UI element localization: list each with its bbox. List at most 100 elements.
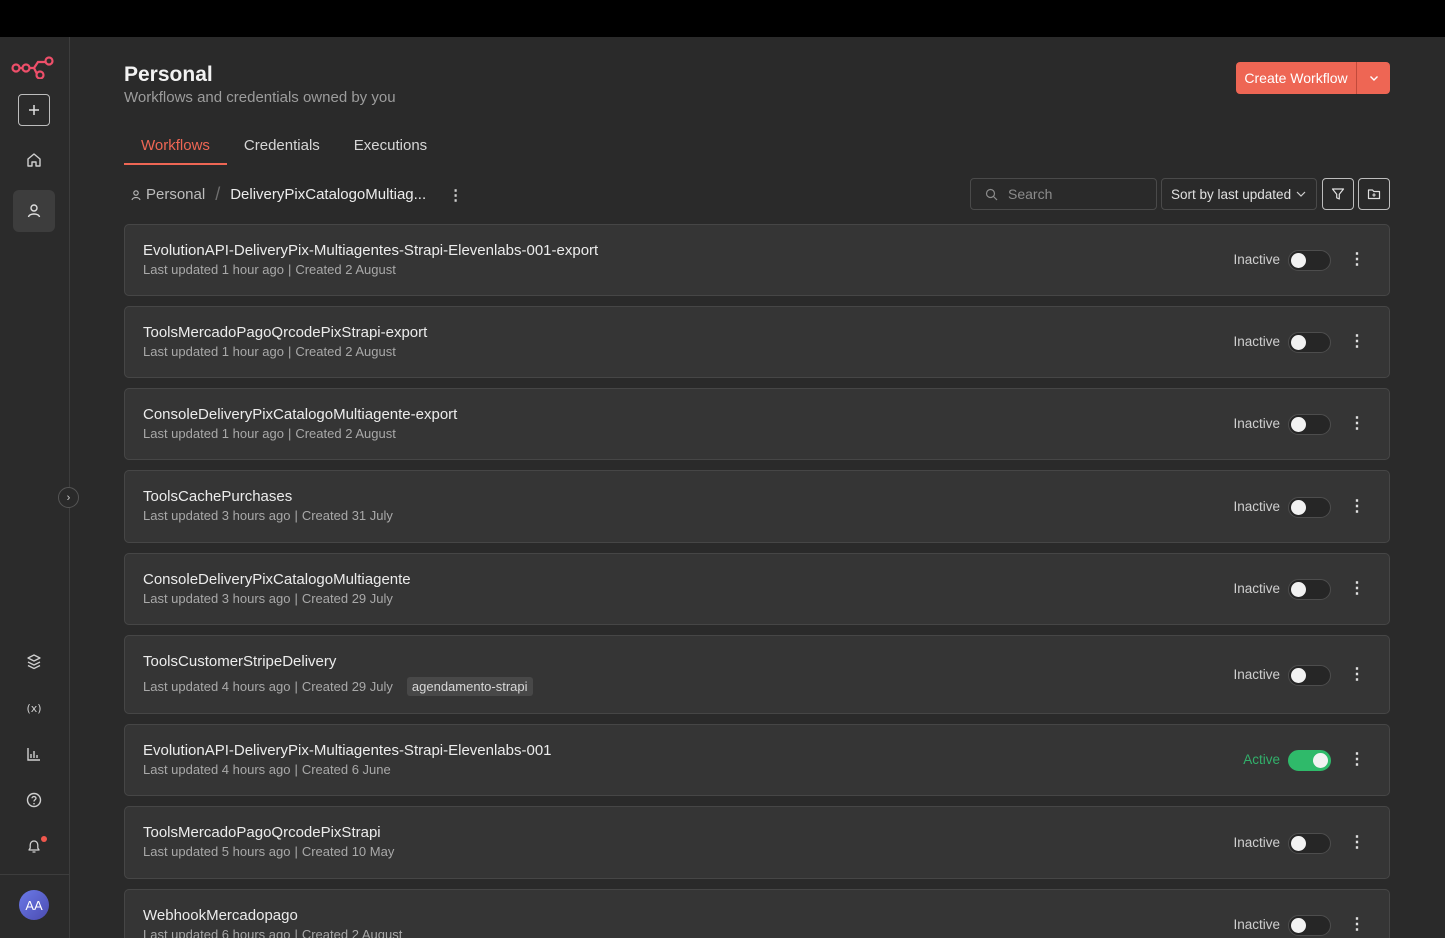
page-subtitle: Workflows and credentials owned by you [124,89,396,106]
more-options-icon[interactable]: ⋮ [1349,835,1365,851]
search-box[interactable] [970,178,1157,210]
tab-executions[interactable]: Executions [337,133,444,165]
sidebar-item-help[interactable] [13,779,55,821]
n8n-logo-icon[interactable] [11,55,55,79]
active-toggle[interactable] [1288,579,1331,600]
workflow-row[interactable]: ToolsCustomerStripeDelivery Last updated… [124,635,1390,714]
more-options-icon[interactable]: ⋮ [1349,252,1365,268]
workflow-name[interactable]: ToolsMercadoPagoQrcodePixStrapi-export [143,324,427,341]
workflow-meta: Last updated 4 hours ago | Created 6 Jun… [143,762,391,777]
more-options-icon[interactable]: ⋮ [1349,416,1365,432]
sidebar-item-personal[interactable] [13,190,55,232]
add-folder-button[interactable] [1358,178,1390,210]
workflow-row[interactable]: ToolsMercadoPagoQrcodePixStrapi Last upd… [124,806,1390,879]
active-toggle[interactable] [1288,332,1331,353]
active-toggle[interactable] [1288,915,1331,936]
workflow-name[interactable]: ToolsMercadoPagoQrcodePixStrapi [143,824,381,841]
workflow-name[interactable]: ConsoleDeliveryPixCatalogoMultiagente [143,571,411,588]
home-icon [27,153,41,167]
workflow-row[interactable]: ConsoleDeliveryPixCatalogoMultiagente La… [124,553,1390,625]
tab-credentials[interactable]: Credentials [227,133,337,165]
sidebar-item-variables[interactable]: (x) [13,687,55,729]
workflow-updated: Last updated 6 hours ago [143,927,291,938]
breadcrumb-root[interactable]: Personal [146,186,205,203]
workflow-name[interactable]: ConsoleDeliveryPixCatalogoMultiagente-ex… [143,406,457,423]
active-toggle[interactable] [1288,497,1331,518]
workflow-name[interactable]: EvolutionAPI-DeliveryPix-Multiagentes-St… [143,742,552,759]
workflow-meta: Last updated 1 hour ago | Created 2 Augu… [143,426,396,441]
sidebar-item-notifications[interactable] [13,825,55,867]
meta-separator: | [294,844,298,859]
workflow-name[interactable]: EvolutionAPI-DeliveryPix-Multiagentes-St… [143,242,598,259]
add-button[interactable] [18,94,50,126]
notification-dot [41,836,47,842]
workflow-name[interactable]: ToolsCachePurchases [143,488,292,505]
workflow-updated: Last updated 1 hour ago [143,262,284,277]
workflow-row[interactable]: ToolsMercadoPagoQrcodePixStrapi-export L… [124,306,1390,378]
svg-text:(x): (x) [26,702,41,715]
sidebar-item-overview[interactable] [13,139,55,181]
create-dropdown-button[interactable] [1357,62,1390,94]
toggle-knob [1291,918,1306,933]
filter-button[interactable] [1322,178,1354,210]
workflow-created: Created 2 August [301,927,403,938]
workflow-updated: Last updated 1 hour ago [143,426,284,441]
workflow-meta: Last updated 3 hours ago | Created 29 Ju… [143,591,393,606]
search-input[interactable] [1008,186,1148,202]
breadcrumb-current: DeliveryPixCatalogoMultiag... [230,186,427,203]
more-options-icon[interactable]: ⋮ [1349,499,1365,515]
more-options-icon[interactable]: ⋮ [1349,752,1365,768]
more-options-icon[interactable]: ⋮ [1349,667,1365,683]
workflow-tag[interactable]: agendamento-strapi [406,677,533,696]
active-toggle[interactable] [1288,833,1331,854]
workflow-status: Active [1243,752,1280,767]
workflow-row[interactable]: ConsoleDeliveryPixCatalogoMultiagente-ex… [124,388,1390,460]
workflow-created: Created 29 July [301,679,393,694]
sidebar-item-templates[interactable] [13,641,55,683]
workflow-meta: Last updated 1 hour ago | Created 2 Augu… [143,262,396,277]
workflow-row[interactable]: ToolsCachePurchases Last updated 3 hours… [124,470,1390,543]
active-toggle[interactable] [1288,414,1331,435]
workflow-created: Created 2 August [295,344,396,359]
workflow-row[interactable]: EvolutionAPI-DeliveryPix-Multiagentes-St… [124,224,1390,296]
workflow-row[interactable]: EvolutionAPI-DeliveryPix-Multiagentes-St… [124,724,1390,796]
workflow-meta: Last updated 3 hours ago | Created 31 Ju… [143,508,393,523]
workflow-status: Inactive [1233,917,1280,932]
folder-plus-icon [1367,189,1381,200]
window-top-bar [0,0,1445,37]
workflow-status: Inactive [1233,416,1280,431]
workflow-updated: Last updated 4 hours ago [143,762,291,777]
workflow-meta: Last updated 4 hours ago | Created 29 Ju… [143,677,533,696]
active-toggle[interactable] [1288,250,1331,271]
user-icon [27,204,41,218]
workflow-name[interactable]: ToolsCustomerStripeDelivery [143,653,336,670]
workflow-updated: Last updated 3 hours ago [143,508,291,523]
collapse-sidebar-button[interactable]: › [58,487,79,508]
active-toggle[interactable] [1288,665,1331,686]
workflow-name[interactable]: WebhookMercadopago [143,907,298,924]
create-workflow-button[interactable]: Create Workflow [1236,62,1390,94]
active-toggle[interactable] [1288,750,1331,771]
more-options-icon[interactable]: ⋮ [1349,581,1365,597]
meta-separator: | [294,927,298,938]
workflow-created: Created 2 August [295,262,396,277]
workflow-created: Created 10 May [301,844,395,859]
workflow-status: Inactive [1233,499,1280,514]
tab-workflows[interactable]: Workflows [124,133,227,165]
toggle-knob [1291,500,1306,515]
sort-select[interactable]: Sort by last updated [1161,178,1317,210]
variables-icon: (x) [26,702,41,715]
workflow-updated: Last updated 5 hours ago [143,844,291,859]
page-title: Personal [124,63,213,86]
more-options-icon[interactable]: ⋮ [1349,917,1365,933]
toggle-knob [1291,582,1306,597]
breadcrumb-more-icon[interactable]: ⋮ [448,186,463,204]
sidebar-item-insights[interactable] [13,733,55,775]
workflow-status: Inactive [1233,667,1280,682]
plus-icon [29,105,39,115]
workflow-row[interactable]: WebhookMercadopago Last updated 6 hours … [124,889,1390,938]
more-options-icon[interactable]: ⋮ [1349,334,1365,350]
avatar[interactable]: AA [19,890,49,920]
create-workflow-label[interactable]: Create Workflow [1236,62,1357,94]
breadcrumb: Personal / DeliveryPixCatalogoMultiag...… [130,184,463,205]
